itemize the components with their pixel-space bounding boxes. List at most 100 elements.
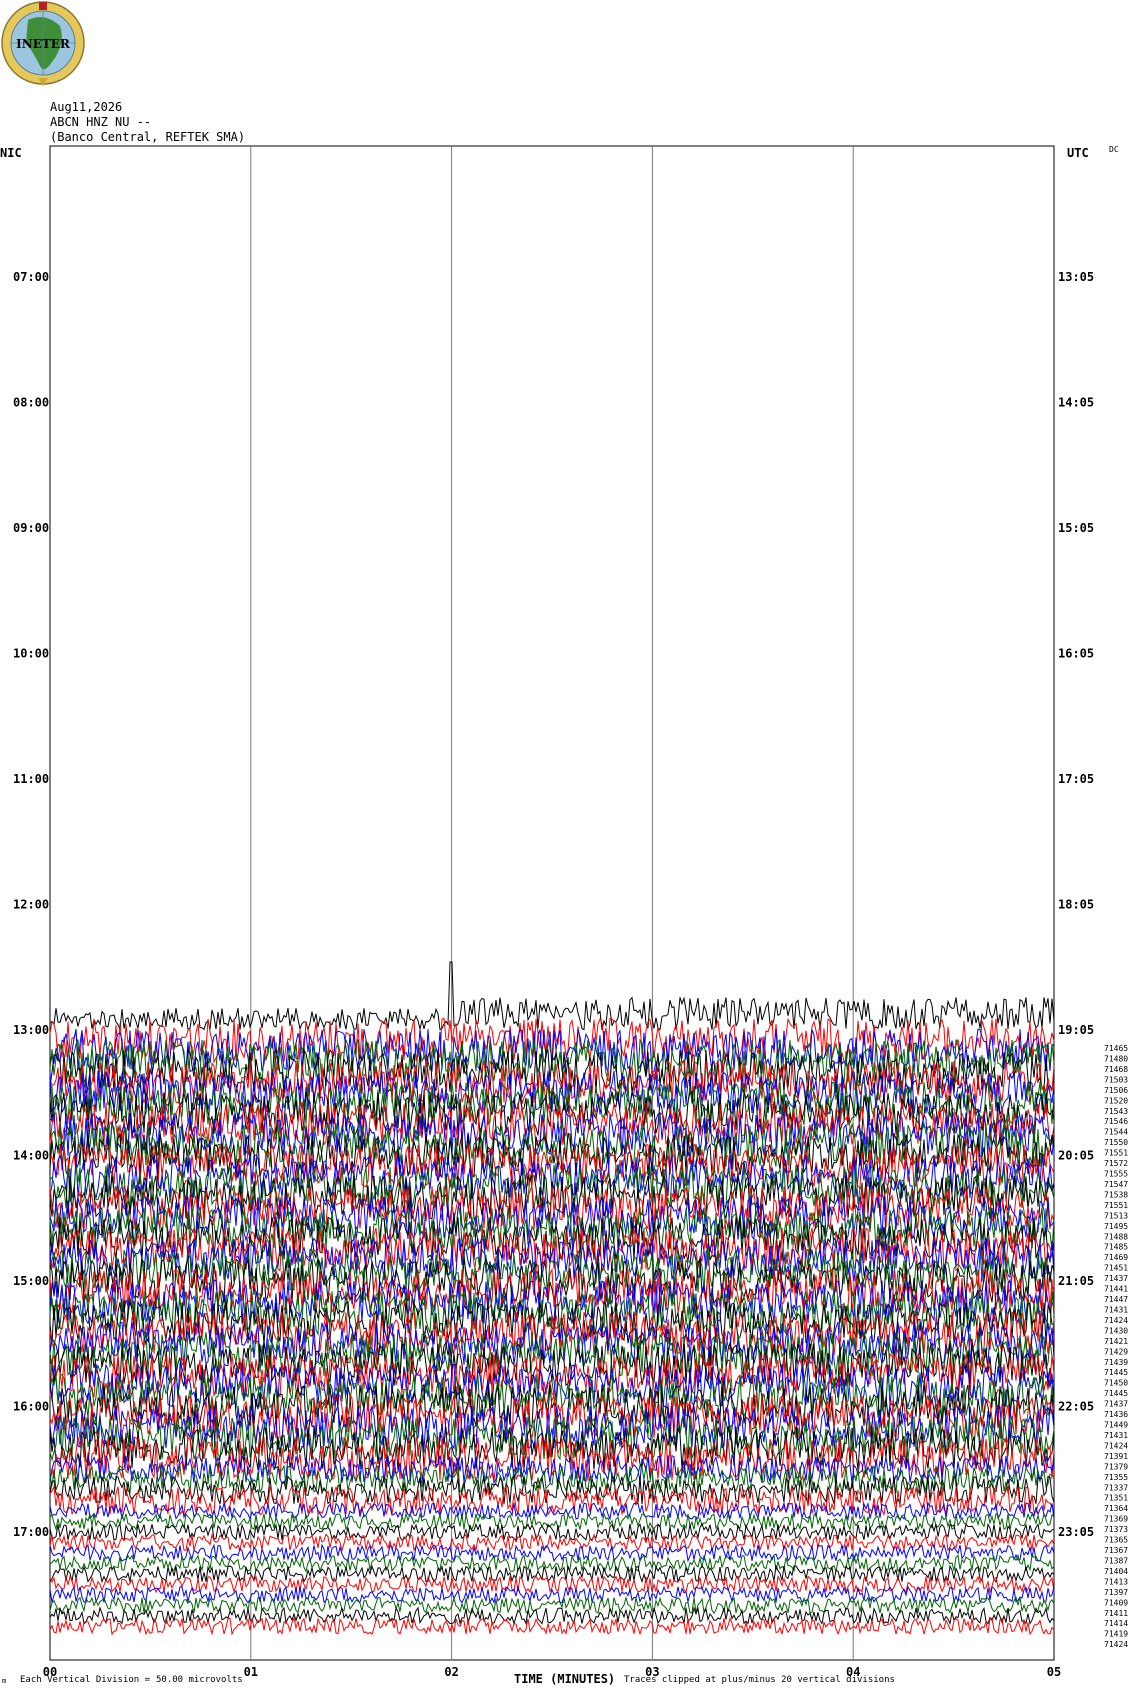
right-timezone-label: UTC	[1067, 146, 1089, 160]
trace-count-label: 71437	[1104, 1400, 1128, 1409]
trace-count-label: 71550	[1104, 1138, 1128, 1147]
trace-count-label: 71413	[1104, 1577, 1128, 1586]
trace-count-label: 71445	[1104, 1389, 1128, 1398]
trace-count-label: 71431	[1104, 1431, 1128, 1440]
right-hour-label: 13:05	[1058, 270, 1094, 284]
scale-note: Each Vertical Division =	[20, 1675, 151, 1685]
logo-text: INETER	[16, 37, 71, 51]
left-hour-label: 12:00	[13, 898, 49, 912]
clip-note: Traces clipped at plus/minus 20 vertical…	[624, 1675, 895, 1685]
left-hour-label: 09:00	[13, 521, 49, 535]
trace-count-label: 71367	[1104, 1546, 1128, 1555]
trace-count-labels: 7146571480 7146871503 7150671520 7154371546…	[1104, 1044, 1128, 1649]
trace-count-label: 71411	[1104, 1609, 1128, 1618]
right-hour-label: 17:05	[1058, 772, 1094, 786]
header-location: (Banco Central, REFTEK SMA)	[50, 130, 245, 144]
left-hour-label: 11:00	[13, 772, 49, 786]
right-hour-label: 22:05	[1058, 1400, 1094, 1414]
x-tick-label: 02	[444, 1665, 458, 1679]
trace-count-label: 71488	[1104, 1232, 1128, 1241]
right-hour-label: 14:05	[1058, 396, 1094, 410]
right-tag-label: DC	[1109, 145, 1119, 154]
trace-count-label: 71468	[1104, 1065, 1128, 1074]
trace-count-label: 71397	[1104, 1588, 1128, 1597]
trace-count-label: 71414	[1104, 1619, 1128, 1628]
right-hour-label: 21:05	[1058, 1274, 1094, 1288]
trace-count-label: 71430	[1104, 1326, 1128, 1335]
trace-count-label: 71365	[1104, 1536, 1128, 1545]
left-hour-label: 07:00	[13, 270, 49, 284]
trace-count-label: 71520	[1104, 1096, 1128, 1105]
trace-count-label: 71546	[1104, 1117, 1128, 1126]
right-hour-label: 23:05	[1058, 1525, 1094, 1539]
trace-count-label: 71449	[1104, 1421, 1128, 1430]
trace-count-label: 71551	[1104, 1201, 1128, 1210]
right-hour-label: 16:05	[1058, 647, 1094, 661]
trace-count-label: 71387	[1104, 1556, 1128, 1565]
right-hour-labels: 13:05 14:05 15:05 16:05 17:05 18:05 19:05 20:05…	[1058, 270, 1094, 1539]
trace-count-label: 71391	[1104, 1452, 1128, 1461]
trace-count-label: 71373	[1104, 1525, 1128, 1534]
trace-count-label: 71437	[1104, 1274, 1128, 1283]
trace-count-label: 71429	[1104, 1347, 1128, 1356]
trace-count-label: 71379	[1104, 1462, 1128, 1471]
trace-count-label: 71485	[1104, 1243, 1128, 1252]
left-timezone-label: NIC	[0, 146, 22, 160]
trace-count-label: 71555	[1104, 1170, 1128, 1179]
trace-count-label: 71404	[1104, 1567, 1128, 1576]
x-tick-label: 01	[244, 1665, 258, 1679]
trace-count-label: 71506	[1104, 1086, 1128, 1095]
trace-count-label: 71480	[1104, 1054, 1128, 1063]
logo-flag-icon	[39, 2, 47, 10]
trace-count-label: 71538	[1104, 1190, 1128, 1199]
trace-count-label: 71445	[1104, 1368, 1128, 1377]
trace-count-label: 71369	[1104, 1515, 1128, 1524]
left-hour-label: 08:00	[13, 396, 49, 410]
trace-count-label: 71450	[1104, 1379, 1128, 1388]
trace-count-label: 71424	[1104, 1441, 1128, 1450]
left-hour-labels: 07:00 08:00 09:00 10:00 11:00 12:00 13:00 14:00…	[13, 270, 49, 1539]
trace-count-label: 71503	[1104, 1075, 1128, 1084]
header-date: Aug11,2026	[50, 100, 122, 114]
trace-count-label: 71419	[1104, 1630, 1128, 1639]
trace-count-label: 71355	[1104, 1473, 1128, 1482]
left-hour-label: 14:00	[13, 1149, 49, 1163]
header-station: ABCN HNZ NU --	[50, 115, 151, 129]
ineter-logo: INETER	[1, 1, 85, 86]
trace-count-label: 71495	[1104, 1222, 1128, 1231]
trace-count-label: 71421	[1104, 1337, 1128, 1346]
left-hour-label: 10:00	[13, 647, 49, 661]
left-hour-label: 16:00	[13, 1400, 49, 1414]
trace-count-label: 71431	[1104, 1305, 1128, 1314]
left-hour-label: 13:00	[13, 1023, 49, 1037]
corner-mark: m	[2, 1677, 6, 1685]
trace-count-label: 71465	[1104, 1044, 1128, 1053]
trace-count-label: 71447	[1104, 1295, 1128, 1304]
trace-count-label: 71424	[1104, 1316, 1128, 1325]
trace-count-label: 71424	[1104, 1640, 1128, 1649]
right-hour-label: 18:05	[1058, 898, 1094, 912]
x-axis-title: TIME (MINUTES)	[514, 1672, 615, 1686]
trace-count-label: 71451	[1104, 1264, 1128, 1273]
trace-count-label: 71351	[1104, 1494, 1128, 1503]
trace-count-label: 71409	[1104, 1598, 1128, 1607]
trace-count-label: 71364	[1104, 1504, 1128, 1513]
right-hour-label: 15:05	[1058, 521, 1094, 535]
trace-count-label: 71441	[1104, 1285, 1128, 1294]
trace-count-label: 71436	[1104, 1410, 1128, 1419]
trace-count-label: 71547	[1104, 1180, 1128, 1189]
left-hour-label: 17:00	[13, 1525, 49, 1539]
trace-count-label: 71543	[1104, 1107, 1128, 1116]
trace-count-label: 71551	[1104, 1149, 1128, 1158]
scale-value: 50.00 microvolts	[156, 1675, 243, 1685]
trace-count-label: 71337	[1104, 1483, 1128, 1492]
helicorder-plot: INETER Aug11,2026 ABCN HNZ NU -- (Banco …	[0, 1, 1128, 1686]
right-hour-label: 19:05	[1058, 1023, 1094, 1037]
x-tick-label: 05	[1047, 1665, 1061, 1679]
trace-count-label: 71572	[1104, 1159, 1128, 1168]
trace-count-label: 71439	[1104, 1358, 1128, 1367]
trace-count-label: 71469	[1104, 1253, 1128, 1262]
left-hour-label: 15:00	[13, 1274, 49, 1288]
right-hour-label: 20:05	[1058, 1149, 1094, 1163]
trace-count-label: 71544	[1104, 1128, 1128, 1137]
